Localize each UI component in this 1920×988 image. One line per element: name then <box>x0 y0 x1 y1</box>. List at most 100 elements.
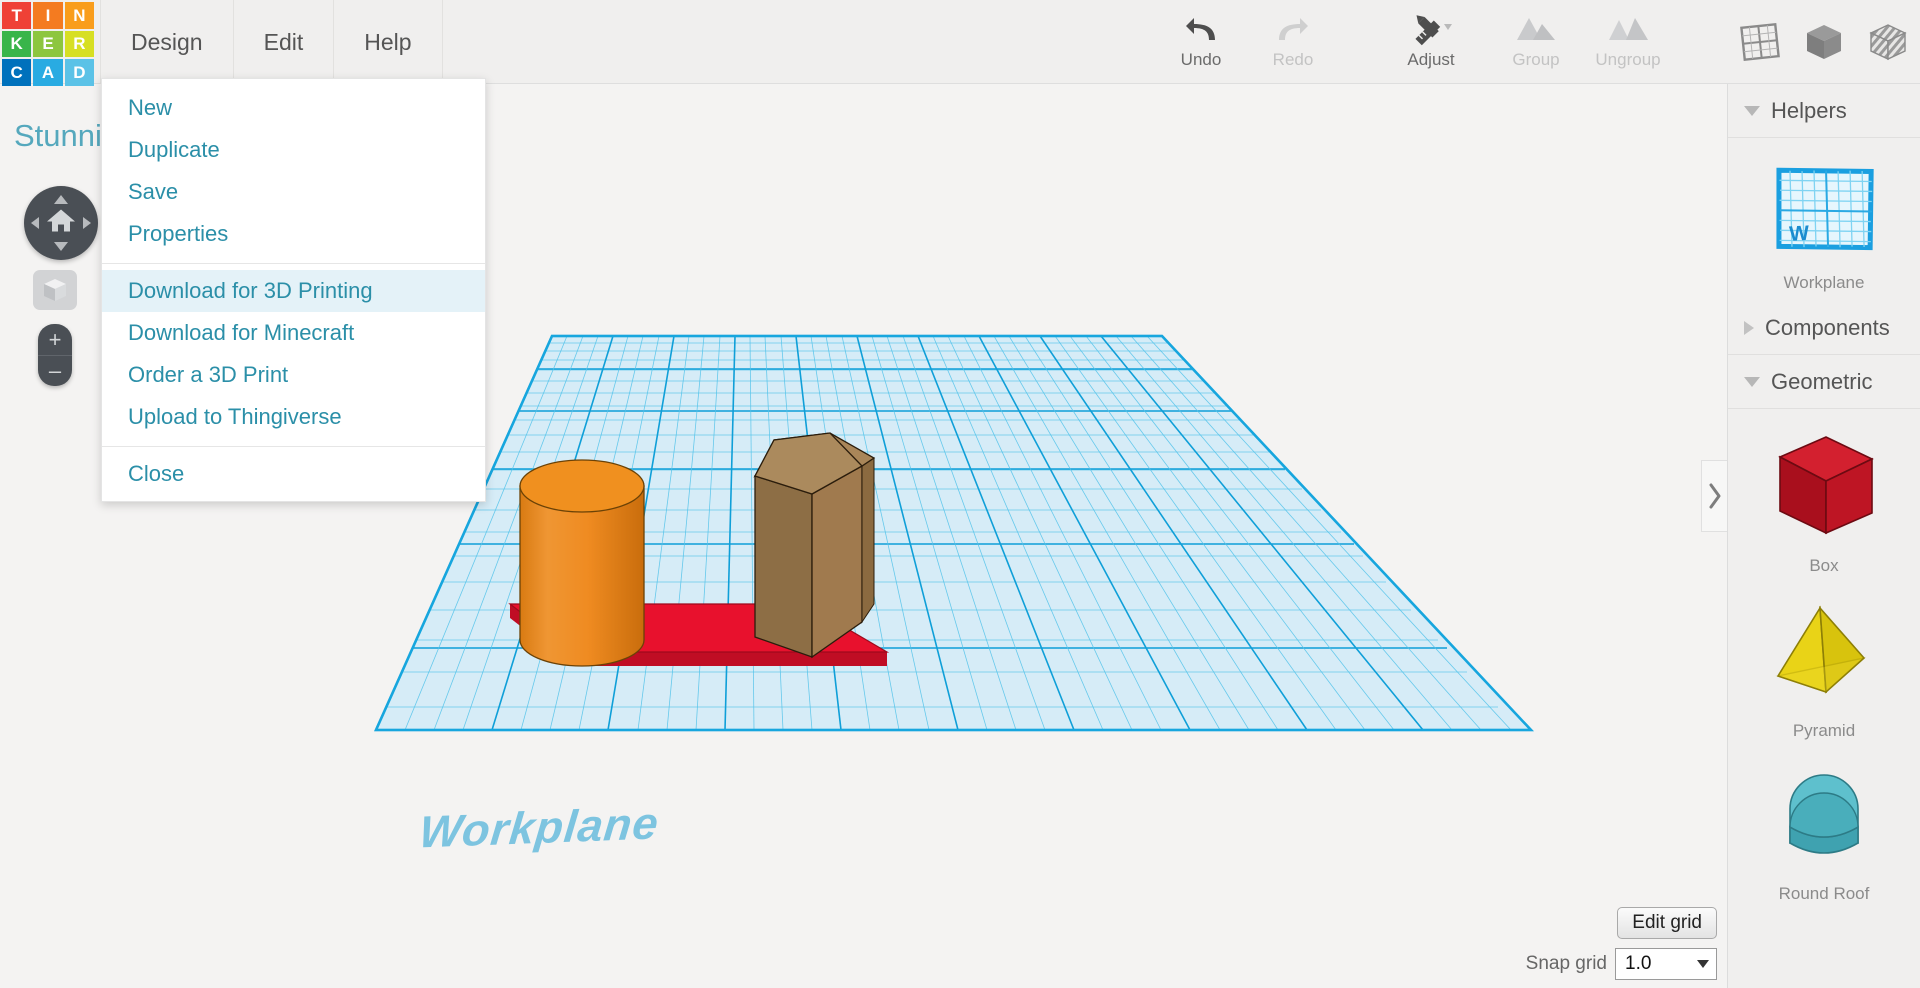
snap-grid-row: Snap grid 1.0 <box>1526 948 1717 980</box>
pan-right-arrow-icon[interactable] <box>83 217 91 229</box>
ungroup-label: Ungroup <box>1595 50 1660 70</box>
transparent-view-button[interactable] <box>1863 17 1913 67</box>
snap-grid-select[interactable]: 1.0 <box>1615 948 1717 980</box>
logo-tile-d: D <box>65 59 94 86</box>
menu-separator-1 <box>102 263 485 264</box>
logo-tile-a: A <box>33 59 62 86</box>
pan-up-arrow-icon[interactable] <box>54 195 68 204</box>
menu-bar: Design Edit Help <box>100 0 443 84</box>
menu-upload-to-thingiverse[interactable]: Upload to Thingiverse <box>102 396 485 438</box>
home-icon[interactable] <box>46 208 76 239</box>
grid-controls: Edit grid Snap grid 1.0 <box>1526 907 1717 980</box>
fit-to-view-cube-button[interactable] <box>33 270 77 310</box>
logo-tile-c: C <box>2 59 31 86</box>
tinkercad-logo[interactable]: T I N K E R C A D <box>2 2 94 86</box>
sidebar-section-helpers[interactable]: Helpers <box>1728 84 1920 138</box>
adjust-label: Adjust <box>1407 50 1454 70</box>
undo-arrow-icon <box>1184 10 1218 48</box>
workplane-grid-view-button[interactable] <box>1735 17 1785 67</box>
box-shape-icon <box>1760 425 1888 545</box>
menu-save[interactable]: Save <box>102 171 485 213</box>
grouping-tool-group: Group Ungroup <box>1490 0 1674 84</box>
redo-arrow-icon <box>1276 10 1310 48</box>
chevron-down-icon <box>1744 106 1760 116</box>
transparent-cube-icon <box>1867 21 1909 63</box>
top-toolbar: T I N K E R C A D Design Edit Help <box>0 0 1920 84</box>
logo-tile-i: I <box>33 2 62 29</box>
brown-hex-prism <box>755 433 874 657</box>
shape-label-box: Box <box>1728 556 1920 576</box>
shape-item-workplane[interactable]: W Workplane <box>1728 138 1920 301</box>
menu-download-for-minecraft[interactable]: Download for Minecraft <box>102 312 485 354</box>
adjust-button[interactable]: Adjust <box>1385 0 1477 84</box>
zoom-controls: + – <box>38 324 72 386</box>
shapes-sidebar: Helpers <box>1727 84 1920 988</box>
menu-item-edit[interactable]: Edit <box>234 0 335 84</box>
sidebar-collapse-handle[interactable] <box>1701 460 1727 532</box>
zoom-out-button[interactable]: – <box>38 355 72 386</box>
menu-download-for-3d-printing[interactable]: Download for 3D Printing <box>102 270 485 312</box>
shape-item-round-roof[interactable]: Round Roof <box>1728 749 1920 912</box>
chevron-down-icon <box>1744 377 1760 387</box>
shape-label-pyramid: Pyramid <box>1728 721 1920 741</box>
menu-order-a-3d-print[interactable]: Order a 3D Print <box>102 354 485 396</box>
group-label: Group <box>1512 50 1559 70</box>
logo-tile-e: E <box>33 31 62 58</box>
undo-button[interactable]: Undo <box>1155 0 1247 84</box>
solid-cube-icon <box>1803 21 1845 63</box>
sidebar-section-title-components: Components <box>1765 315 1890 341</box>
orange-cylinder <box>520 460 644 666</box>
menu-separator-2 <box>102 446 485 447</box>
svg-text:W: W <box>1789 222 1810 246</box>
ungroup-button[interactable]: Ungroup <box>1582 0 1674 84</box>
shape-item-box[interactable]: Box <box>1728 409 1920 584</box>
logo-tile-k: K <box>2 31 31 58</box>
solid-view-button[interactable] <box>1799 17 1849 67</box>
snap-grid-label: Snap grid <box>1526 953 1607 975</box>
undo-label: Undo <box>1181 50 1222 70</box>
menu-close[interactable]: Close <box>102 453 485 495</box>
pan-left-arrow-icon[interactable] <box>31 217 39 229</box>
logo-tile-r: R <box>65 31 94 58</box>
shape-label-round-roof: Round Roof <box>1728 884 1920 904</box>
adjust-tool-group: Adjust <box>1385 0 1477 84</box>
tinkercad-app: Workplane Edit grid Snap grid 1.0 <box>0 0 1920 988</box>
logo-tile-t: T <box>2 2 31 29</box>
shape-label-workplane: Workplane <box>1728 273 1920 293</box>
base-plate-front-edge <box>572 652 887 666</box>
group-button[interactable]: Group <box>1490 0 1582 84</box>
view-navigation-widget: + – <box>24 186 98 386</box>
perspective-cube-icon <box>42 277 68 303</box>
sidebar-section-components[interactable]: Components <box>1728 301 1920 355</box>
ruler-pencil-icon <box>1410 10 1452 48</box>
menu-item-design[interactable]: Design <box>100 0 234 84</box>
sidebar-section-title-geometric: Geometric <box>1771 369 1872 395</box>
sidebar-section-title-helpers: Helpers <box>1771 98 1847 124</box>
round-roof-shape-icon <box>1760 765 1888 873</box>
history-tool-group: Undo Redo <box>1155 0 1339 84</box>
redo-button[interactable]: Redo <box>1247 0 1339 84</box>
chevron-right-icon <box>1707 482 1723 510</box>
view-mode-buttons <box>1728 0 1920 84</box>
menu-new[interactable]: New <box>102 87 485 129</box>
menu-properties[interactable]: Properties <box>102 213 485 255</box>
shape-item-pyramid[interactable]: Pyramid <box>1728 584 1920 749</box>
mountains-split-icon <box>1607 10 1649 48</box>
snap-grid-value: 1.0 <box>1625 953 1651 975</box>
menu-item-help[interactable]: Help <box>334 0 442 84</box>
edit-grid-button[interactable]: Edit grid <box>1617 907 1717 939</box>
logo-tile-n: N <box>65 2 94 29</box>
design-dropdown-menu: New Duplicate Save Properties Download f… <box>101 78 486 502</box>
zoom-in-button[interactable]: + <box>38 324 72 355</box>
document-title[interactable]: Stunni <box>14 118 102 154</box>
workplane-shape-icon: W <box>1765 154 1883 262</box>
chevron-right-icon <box>1744 321 1754 335</box>
sidebar-section-geometric[interactable]: Geometric <box>1728 355 1920 409</box>
pan-down-arrow-icon[interactable] <box>54 242 68 251</box>
view-home-disc[interactable] <box>24 186 98 260</box>
pyramid-shape-icon <box>1760 600 1888 710</box>
redo-label: Redo <box>1273 50 1314 70</box>
chevron-down-icon <box>1697 960 1709 968</box>
menu-duplicate[interactable]: Duplicate <box>102 129 485 171</box>
workplane-grid-icon <box>1738 20 1782 64</box>
